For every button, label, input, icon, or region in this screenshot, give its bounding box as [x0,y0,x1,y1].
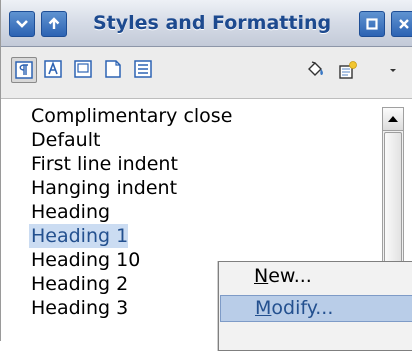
style-item-heading-1[interactable]: Heading 1 [29,224,129,248]
page-styles-icon [105,60,121,78]
title-bar[interactable]: Styles and Formatting [1,0,412,47]
close-button[interactable] [391,11,412,37]
paragraph-styles-button[interactable] [11,57,37,83]
new-style-from-selection-button[interactable] [335,57,361,83]
dropdown-arrow-icon [390,69,396,72]
arrow-up-icon [388,116,398,122]
toolbar-divider [1,98,412,99]
style-item-heading-2[interactable]: Heading 2 [29,272,128,296]
style-item-heading-3[interactable]: Heading 3 [29,296,128,320]
character-styles-icon [44,60,62,78]
new-style-from-selection-icon [339,61,357,79]
fill-format-mode-button[interactable] [303,57,329,83]
menu-item-new[interactable]: New... [220,263,412,290]
style-item-default[interactable]: Default [29,128,100,152]
style-item-complimentary-close[interactable]: Complimentary close [29,104,232,128]
restore-button[interactable] [359,11,385,37]
menu-item-modify-mnemonic: M [255,297,272,319]
menu-item-modify-label: odify... [271,297,334,319]
restore-icon [366,18,378,30]
style-actions-dropdown[interactable] [385,57,401,83]
style-item-heading-10[interactable]: Heading 10 [29,248,140,272]
frame-styles-button[interactable] [71,57,97,83]
paragraph-styles-icon [15,61,33,79]
list-styles-button[interactable] [131,57,157,83]
style-item-heading[interactable]: Heading [29,200,110,224]
menu-item-new-mnemonic: N [254,265,269,287]
scroll-up-button[interactable] [383,108,403,131]
page-styles-button[interactable] [101,57,127,83]
fill-format-mode-icon [308,61,323,76]
style-item-first-line-indent[interactable]: First line indent [29,152,178,176]
context-menu: New... Modify... [218,261,412,351]
styles-toolbar [1,47,412,99]
menu-item-new-label: ew... [268,265,312,287]
shade-button[interactable] [41,11,67,37]
style-item-hanging-indent[interactable]: Hanging indent [29,176,177,200]
styles-and-formatting-window: Styles and Formatting Complimentary clos… [0,0,412,351]
menu-item-modify[interactable]: Modify... [220,295,412,322]
arrow-up-icon [48,17,60,29]
window-title: Styles and Formatting [93,12,332,34]
close-icon [399,19,409,29]
window-menu-button[interactable] [9,11,35,37]
chevron-down-icon [16,20,28,28]
frame-styles-icon [74,60,92,78]
list-styles-icon [134,60,152,78]
character-styles-button[interactable] [41,57,67,83]
